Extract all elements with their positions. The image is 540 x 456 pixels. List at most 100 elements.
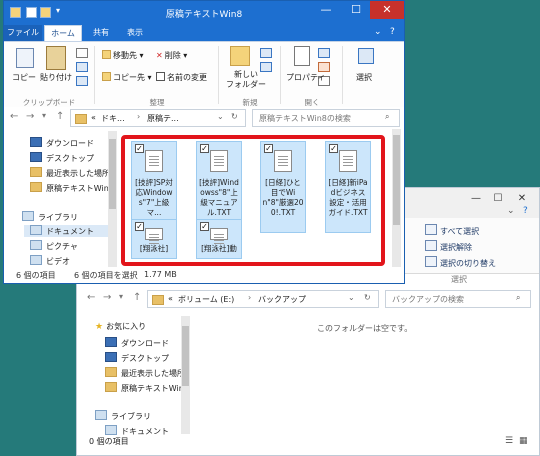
nav-recent[interactable]: 最近表示した場所 (105, 367, 185, 379)
search-input[interactable]: 原稿テキストWin8の検索 ⌕ (252, 109, 400, 127)
tab-share[interactable]: 共有 (86, 25, 116, 41)
search-icon: ⌕ (385, 112, 390, 121)
new-folder-icon (230, 46, 250, 66)
documents-icon (105, 425, 117, 435)
maximize-button[interactable]: ☐ (489, 193, 507, 205)
content-scrollbar[interactable] (392, 129, 401, 269)
nav-downloads[interactable]: ダウンロード (105, 337, 169, 349)
rename-button[interactable]: 名前の変更 (156, 72, 207, 83)
folder-icon (75, 114, 87, 124)
nav-libraries[interactable]: ライブラリ (22, 211, 78, 223)
chevron-right-icon: › (248, 293, 252, 302)
properties-button[interactable]: プロパティ (286, 72, 326, 83)
properties-icon (294, 46, 310, 66)
address-segment[interactable]: バックアップ (258, 294, 306, 305)
new-item-icon[interactable] (260, 48, 272, 58)
library-icon (95, 410, 107, 420)
up-arrow-icon[interactable]: ↑ (56, 111, 64, 122)
address-segment[interactable]: ボリューム (E:) (178, 294, 234, 305)
collapse-ribbon-icon[interactable]: ⌄ (374, 27, 382, 37)
close-button[interactable]: ✕ (513, 193, 531, 205)
refresh-icon[interactable]: ↻ (231, 112, 238, 121)
select-icon (358, 48, 374, 64)
copy-path-icon[interactable] (76, 62, 88, 72)
address-segment[interactable]: 原稿テ... (147, 113, 179, 124)
ribbon-tabs: ファイル ホーム 共有 表示 ⌄ ? (4, 25, 404, 41)
navigation-pane: ダウンロード デスクトップ 最近表示した場所 原稿テキストWin8 ライブラリ … (4, 129, 117, 267)
paste-button[interactable]: 貼り付け (40, 72, 72, 83)
open-icon[interactable] (318, 48, 330, 58)
search-input[interactable]: バックアップの検索 ⌕ (385, 290, 531, 308)
nav-scrollbar[interactable] (181, 316, 190, 434)
recent-dropdown-icon[interactable]: ▾ (119, 292, 123, 301)
folder-icon (105, 382, 117, 392)
recent-places-icon (105, 367, 117, 377)
nav-desktop[interactable]: デスクトップ (30, 152, 94, 164)
nav-scrollbar[interactable] (108, 131, 117, 267)
chevron-down-icon[interactable]: ⌄ (217, 112, 224, 121)
recent-dropdown-icon[interactable]: ▾ (42, 111, 46, 120)
nav-documents[interactable]: ドキュメント (24, 225, 114, 237)
help-icon[interactable]: ? (390, 27, 395, 37)
desktop-icon (105, 352, 117, 362)
select-button[interactable]: 選択 (356, 72, 372, 83)
highlight-box (121, 135, 385, 266)
help-icon[interactable]: ? (523, 206, 528, 216)
address-bar[interactable]: « ボリューム (E:) › バックアップ ⌄ ↻ (147, 290, 379, 308)
close-button[interactable]: ✕ (370, 1, 404, 19)
details-view-icon[interactable]: ☰ (505, 436, 513, 446)
copy-button[interactable]: コピー (12, 72, 36, 83)
status-selected-count: 6 個の項目を選択 (74, 271, 138, 280)
scrollbar-thumb[interactable] (393, 135, 400, 225)
paste-shortcut-icon[interactable] (76, 76, 88, 86)
large-icons-view-icon[interactable]: ▦ (519, 436, 528, 446)
copy-to-icon (102, 72, 111, 81)
nav-folder[interactable]: 原稿テキストWin8 (30, 182, 114, 194)
nav-pictures[interactable]: ピクチャ (30, 240, 78, 252)
tab-home[interactable]: ホーム (44, 25, 82, 41)
select-all-button[interactable]: すべて選択 (425, 224, 479, 237)
refresh-icon[interactable]: ↻ (364, 293, 371, 302)
back-arrow-icon[interactable]: ← (87, 292, 95, 303)
nav-desktop[interactable]: デスクトップ (105, 352, 169, 364)
chevron-down-icon[interactable]: ⌄ (348, 293, 355, 302)
copy-to-button[interactable]: コピー先 ▾ (102, 72, 152, 83)
forward-arrow-icon[interactable]: → (26, 111, 34, 122)
up-arrow-icon[interactable]: ↑ (133, 292, 141, 303)
minimize-button[interactable]: — (312, 1, 340, 19)
rename-icon (156, 72, 165, 81)
invert-selection-button[interactable]: 選択の切り替え (425, 256, 496, 269)
select-none-button[interactable]: 選択解除 (425, 240, 472, 253)
nav-videos[interactable]: ビデオ (30, 255, 70, 267)
move-to-icon (102, 50, 111, 59)
status-bar: 6 個の項目 6 個の項目を選択 1.77 MB (4, 267, 404, 283)
address-segment[interactable]: ドキ... (101, 113, 125, 124)
nav-folder[interactable]: 原稿テキストWin8 (105, 382, 189, 394)
search-icon: ⌕ (516, 293, 521, 302)
collapse-ribbon-icon[interactable]: ⌄ (507, 206, 515, 216)
tab-view[interactable]: 表示 (120, 25, 150, 41)
forward-arrow-icon[interactable]: → (103, 292, 111, 303)
documents-icon (30, 225, 42, 235)
edit-icon[interactable] (318, 62, 330, 72)
empty-folder-message: このフォルダーは空です。 (317, 324, 413, 333)
copy-icon (16, 48, 34, 68)
maximize-button[interactable]: ☐ (342, 1, 370, 19)
select-all-icon (425, 224, 437, 235)
tab-file[interactable]: ファイル (4, 25, 42, 41)
nav-downloads[interactable]: ダウンロード (30, 137, 94, 149)
delete-button[interactable]: ✕ 削除 ▾ (156, 50, 187, 61)
scrollbar-thumb[interactable] (109, 139, 116, 209)
library-icon (22, 211, 34, 221)
nav-recent[interactable]: 最近表示した場所 (30, 167, 110, 179)
new-folder-button[interactable]: 新しい フォルダー (226, 70, 266, 90)
move-to-button[interactable]: 移動先 ▾ (102, 50, 144, 61)
desktop-icon (30, 152, 42, 162)
scrollbar-thumb[interactable] (182, 326, 189, 386)
back-arrow-icon[interactable]: ← (10, 111, 18, 122)
cut-icon[interactable] (76, 48, 88, 58)
minimize-button[interactable]: — (467, 193, 485, 205)
address-bar[interactable]: « ドキ... › 原稿テ... ⌄ ↻ (70, 109, 246, 127)
nav-libraries[interactable]: ライブラリ (95, 410, 151, 422)
nav-favorites[interactable]: ★ お気に入り (95, 321, 146, 332)
